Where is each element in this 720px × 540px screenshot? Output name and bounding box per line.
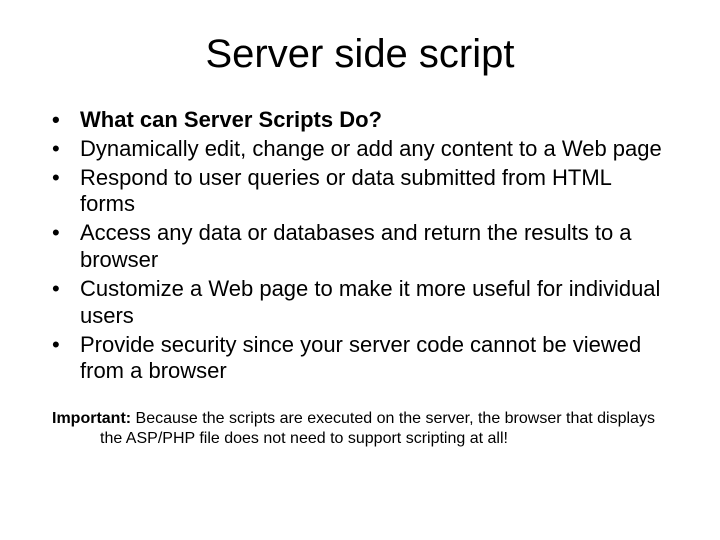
list-item: Respond to user queries or data submitte… bbox=[52, 165, 670, 219]
list-item: Provide security since your server code … bbox=[52, 332, 670, 386]
footnote: Important: Because the scripts are execu… bbox=[52, 409, 670, 449]
list-item: Access any data or databases and return … bbox=[52, 220, 670, 274]
slide-title: Server side script bbox=[30, 32, 690, 77]
list-item: What can Server Scripts Do? bbox=[52, 107, 670, 134]
bullet-list: What can Server Scripts Do? Dynamically … bbox=[30, 107, 670, 385]
footnote-lead: Important: bbox=[52, 410, 131, 427]
footnote-rest: Because the scripts are executed on the … bbox=[100, 410, 655, 447]
slide: Server side script What can Server Scrip… bbox=[0, 0, 720, 540]
list-item: Customize a Web page to make it more use… bbox=[52, 276, 670, 330]
list-item: Dynamically edit, change or add any cont… bbox=[52, 136, 670, 163]
